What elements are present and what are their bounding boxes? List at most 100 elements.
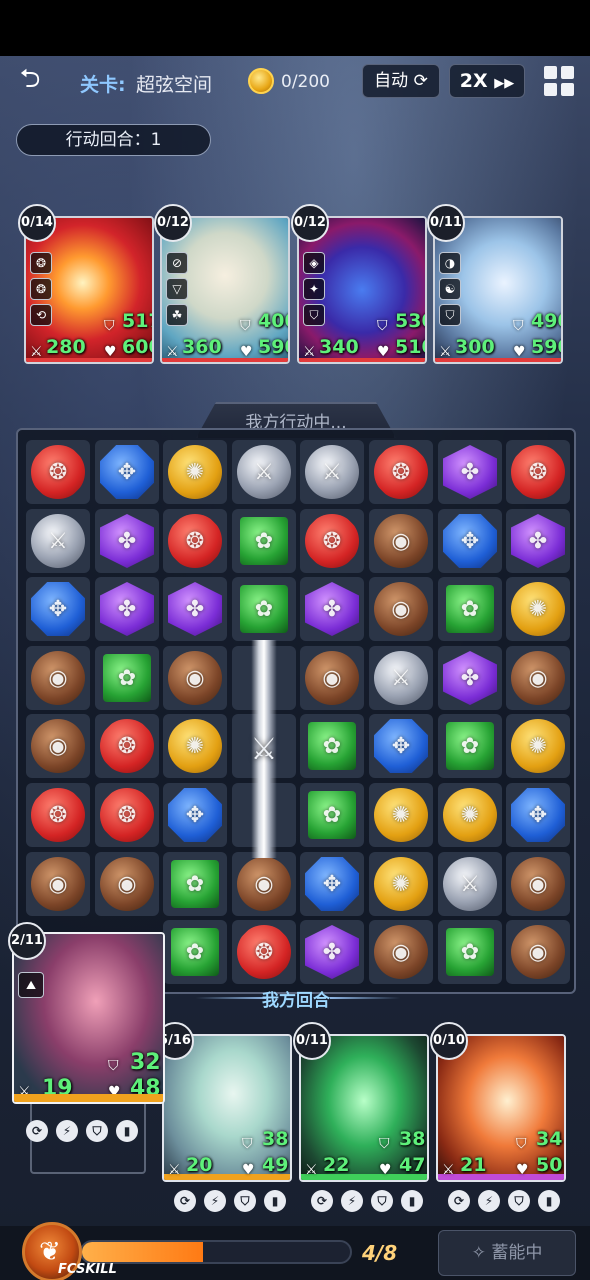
board-cell[interactable]: ✺ (163, 440, 227, 504)
active-hero-skill-icon[interactable]: ⟳ (26, 1120, 48, 1142)
hero-skill-icon[interactable]: ⛉ (371, 1190, 393, 1212)
silver-gem-icon: ⚔ (305, 445, 359, 499)
board-cell[interactable]: ⚔ (438, 852, 502, 916)
board-cell[interactable]: ✤ (438, 440, 502, 504)
blue-gem-icon: ✥ (305, 857, 359, 911)
hero-skill-icon[interactable]: ⚡ (478, 1190, 500, 1212)
board-cell[interactable]: ✥ (300, 852, 364, 916)
attack-icon: ⚔ (303, 344, 316, 360)
green-gem-icon: ✿ (171, 928, 219, 976)
board-cell[interactable]: ✺ (369, 852, 433, 916)
shield-icon: ⛉ (516, 1136, 527, 1152)
board-cell[interactable]: ✥ (95, 440, 159, 504)
board-cell[interactable]: ❂ (95, 783, 159, 847)
hero-skill-icon[interactable]: ⛉ (508, 1190, 530, 1212)
board-cell[interactable]: ◉ (506, 852, 570, 916)
hero-skill-icon[interactable]: ⛉ (234, 1190, 256, 1212)
board-cell[interactable]: ❂ (300, 509, 364, 573)
board-cell[interactable]: ◉ (369, 509, 433, 573)
hero-skill-icon[interactable]: ⟳ (174, 1190, 196, 1212)
board-cell[interactable]: ◉ (26, 646, 90, 710)
board-cell[interactable]: ✥ (438, 509, 502, 573)
hero-skill-icon[interactable]: ⟳ (448, 1190, 470, 1212)
back-button[interactable]: ⮌ (12, 64, 48, 94)
enemy-skill-icon: ☘ (166, 304, 188, 326)
hero-health: 50 (536, 1154, 563, 1176)
board-cell[interactable]: ⚔ (300, 440, 364, 504)
board-cell[interactable]: ✤ (95, 577, 159, 641)
board-cell[interactable]: ✥ (26, 577, 90, 641)
board-cell[interactable]: ⚔ (26, 509, 90, 573)
board-cell[interactable]: ◉ (95, 852, 159, 916)
board-cell[interactable]: ❂ (369, 440, 433, 504)
board-cell[interactable]: ✿ (163, 852, 227, 916)
auto-button[interactable]: 自动 ⟳ (362, 64, 440, 98)
board-cell[interactable]: ◉ (300, 646, 364, 710)
board-cell[interactable]: ❂ (506, 440, 570, 504)
board-cell[interactable]: ✥ (369, 714, 433, 778)
hero-skill-icon[interactable]: ⚡ (341, 1190, 363, 1212)
board-cell[interactable]: ◉ (506, 646, 570, 710)
active-hero-skill-icon[interactable]: ⛉ (86, 1120, 108, 1142)
board-cell[interactable]: ✺ (506, 714, 570, 778)
board-cell[interactable]: ◉ (163, 646, 227, 710)
board-cell[interactable]: ✿ (300, 783, 364, 847)
board-cell[interactable]: ✤ (95, 509, 159, 573)
hero-skill-icon[interactable]: ⟳ (311, 1190, 333, 1212)
board-cell[interactable]: ◉ (369, 920, 433, 984)
board-cell[interactable]: ◉ (506, 920, 570, 984)
board-cell[interactable]: ✿ (232, 577, 296, 641)
board-cell[interactable]: ❂ (26, 783, 90, 847)
wand-icon: ✧ (471, 1243, 486, 1263)
active-hero-skill-icon[interactable]: ▮ (116, 1120, 138, 1142)
enemy-skill-icon: ☯ (439, 278, 461, 300)
hero-skill-icon[interactable]: ▮ (264, 1190, 286, 1212)
enemy-skill-icon: ❂ (30, 278, 52, 300)
yellow-gem-icon: ✺ (168, 445, 222, 499)
board-cell[interactable]: ◉ (369, 577, 433, 641)
board-cell[interactable]: ❂ (26, 440, 90, 504)
charge-button[interactable]: ✧ 蓄能中 (438, 1230, 576, 1276)
yellow-gem-icon: ✺ (374, 788, 428, 842)
active-hero-defense: 32 (130, 1050, 161, 1075)
board-cell[interactable]: ✿ (95, 646, 159, 710)
board-cell[interactable]: ◉ (26, 852, 90, 916)
board-cell[interactable]: ✿ (438, 577, 502, 641)
coin-counter: 0/200 (281, 72, 330, 92)
board-cell[interactable]: ✤ (438, 646, 502, 710)
board-cell[interactable]: ⚔ (232, 440, 296, 504)
fc-skill-label: FCSKILL (58, 1262, 117, 1277)
board-cell[interactable]: ✤ (506, 509, 570, 573)
board-cell[interactable]: ◉ (232, 852, 296, 916)
board-cell[interactable]: ✺ (506, 577, 570, 641)
board-cell[interactable]: ❂ (95, 714, 159, 778)
board-cell[interactable]: ✤ (163, 577, 227, 641)
board-cell[interactable]: ✺ (369, 783, 433, 847)
board-cell[interactable]: ✤ (300, 577, 364, 641)
red-gem-icon: ❂ (305, 514, 359, 568)
board-cell[interactable]: ✿ (438, 714, 502, 778)
board-cell[interactable]: ✿ (438, 920, 502, 984)
board-cell[interactable]: ✿ (232, 509, 296, 573)
brown-gem-icon: ◉ (100, 857, 154, 911)
enemy-skill-icon: ▽ (166, 278, 188, 300)
hero-skill-icon[interactable]: ⚡ (204, 1190, 226, 1212)
board-cell[interactable]: ✥ (506, 783, 570, 847)
board-cell[interactable]: ✿ (163, 920, 227, 984)
brown-gem-icon: ◉ (31, 719, 85, 773)
board-cell[interactable]: ✺ (163, 714, 227, 778)
board-cell[interactable]: ◉ (26, 714, 90, 778)
board-cell[interactable]: ✺ (438, 783, 502, 847)
board-cell[interactable]: ✿ (300, 714, 364, 778)
attack-icon: ⚔ (439, 344, 452, 360)
hero-skill-icon[interactable]: ▮ (538, 1190, 560, 1212)
board-cell[interactable]: ❂ (232, 920, 296, 984)
board-cell[interactable]: ✤ (300, 920, 364, 984)
board-cell[interactable]: ❂ (163, 509, 227, 573)
active-hero-skill-icon[interactable]: ⚡ (56, 1120, 78, 1142)
board-cell[interactable]: ⚔ (369, 646, 433, 710)
board-cell[interactable]: ✥ (163, 783, 227, 847)
speed-button[interactable]: 2X ▶▶ (449, 64, 525, 98)
hero-skill-icon[interactable]: ▮ (401, 1190, 423, 1212)
grid-menu-button[interactable] (544, 66, 574, 96)
